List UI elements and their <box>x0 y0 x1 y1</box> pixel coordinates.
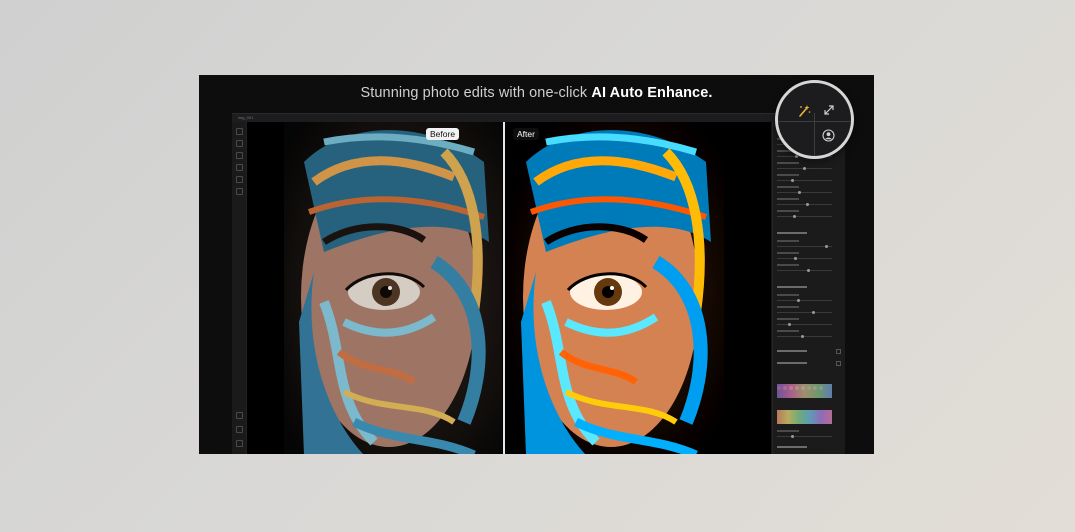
slider-track[interactable] <box>777 204 832 205</box>
tool-select-icon[interactable] <box>236 128 243 135</box>
slider-track[interactable] <box>777 192 832 193</box>
slider-label <box>777 318 799 320</box>
headline-emphasis: AI Auto Enhance. <box>591 85 713 101</box>
headline-prefix: Stunning photo edits with one-click <box>360 85 592 101</box>
tool-brush-icon[interactable] <box>236 152 243 159</box>
image-canvas[interactable]: Before After <box>247 122 771 454</box>
slider-knob[interactable] <box>791 435 794 438</box>
panel-section-header[interactable] <box>777 362 807 364</box>
slider-track[interactable] <box>777 436 832 437</box>
slider-track[interactable] <box>777 246 832 247</box>
slider-knob[interactable] <box>803 167 806 170</box>
slider-knob[interactable] <box>806 203 809 206</box>
panel-section-header[interactable] <box>777 286 807 288</box>
slider-knob[interactable] <box>791 179 794 182</box>
panel-section-header[interactable] <box>777 232 807 234</box>
slider-track[interactable] <box>777 300 832 301</box>
slider-knob[interactable] <box>801 335 804 338</box>
slider-knob[interactable] <box>794 257 797 260</box>
tool-hand-icon[interactable] <box>236 426 243 433</box>
hue-gradient-bar[interactable] <box>777 384 832 398</box>
slider-label <box>777 210 799 212</box>
slider-knob[interactable] <box>825 245 828 248</box>
slider-label <box>777 430 799 432</box>
slider-label <box>777 186 799 188</box>
editor-title: img_001 <box>238 115 254 120</box>
promo-frame: Stunning photo edits with one-click AI A… <box>199 75 874 454</box>
compare-divider[interactable] <box>503 122 505 454</box>
color-swatches[interactable] <box>777 377 832 390</box>
after-photo <box>506 122 724 454</box>
magic-wand-icon[interactable] <box>797 104 811 118</box>
tool-settings-icon[interactable] <box>236 440 243 447</box>
tool-text-icon[interactable] <box>236 188 243 195</box>
photo-editor-window: img_001 Before After <box>232 113 845 454</box>
slider-track[interactable] <box>777 270 832 271</box>
slider-track[interactable] <box>777 312 832 313</box>
editor-title-bar: img_001 <box>232 114 844 122</box>
slider-track[interactable] <box>777 324 832 325</box>
slider-knob[interactable] <box>793 215 796 218</box>
slider-label <box>777 198 799 200</box>
saturation-gradient-bar[interactable] <box>777 410 832 424</box>
slider-knob[interactable] <box>797 299 800 302</box>
slider-label <box>777 306 799 308</box>
slider-track[interactable] <box>777 336 832 337</box>
slider-knob[interactable] <box>812 311 815 314</box>
tool-strip <box>232 122 247 454</box>
before-label: Before <box>426 128 460 140</box>
slider-knob[interactable] <box>798 191 801 194</box>
tool-mask-icon[interactable] <box>236 176 243 183</box>
slider-label <box>777 240 799 242</box>
slider-label <box>777 252 799 254</box>
user-enhance-icon[interactable] <box>822 129 835 142</box>
panel-section-header[interactable] <box>777 350 807 352</box>
adjustments-panel <box>772 122 845 454</box>
panel-section-header[interactable] <box>777 446 807 448</box>
after-label: After <box>513 128 539 140</box>
slider-label <box>777 264 799 266</box>
slider-knob[interactable] <box>807 269 810 272</box>
toolbar-magnifier <box>775 80 854 159</box>
slider-label <box>777 162 799 164</box>
slider-label <box>777 294 799 296</box>
tool-crop-icon[interactable] <box>236 140 243 147</box>
expand-icon[interactable] <box>823 104 835 116</box>
magnifier-divider <box>778 121 851 122</box>
slider-track[interactable] <box>777 216 832 217</box>
slider-knob[interactable] <box>788 323 791 326</box>
headline: Stunning photo edits with one-click AI A… <box>199 85 874 101</box>
section-toggle[interactable] <box>836 361 841 366</box>
tool-zoom-icon[interactable] <box>236 412 243 419</box>
magnifier-divider <box>814 113 815 156</box>
slider-track[interactable] <box>777 258 832 259</box>
slider-label <box>777 174 799 176</box>
tool-heal-icon[interactable] <box>236 164 243 171</box>
slider-track[interactable] <box>777 180 832 181</box>
section-toggle[interactable] <box>836 349 841 354</box>
slider-label <box>777 330 799 332</box>
before-photo <box>284 122 502 454</box>
